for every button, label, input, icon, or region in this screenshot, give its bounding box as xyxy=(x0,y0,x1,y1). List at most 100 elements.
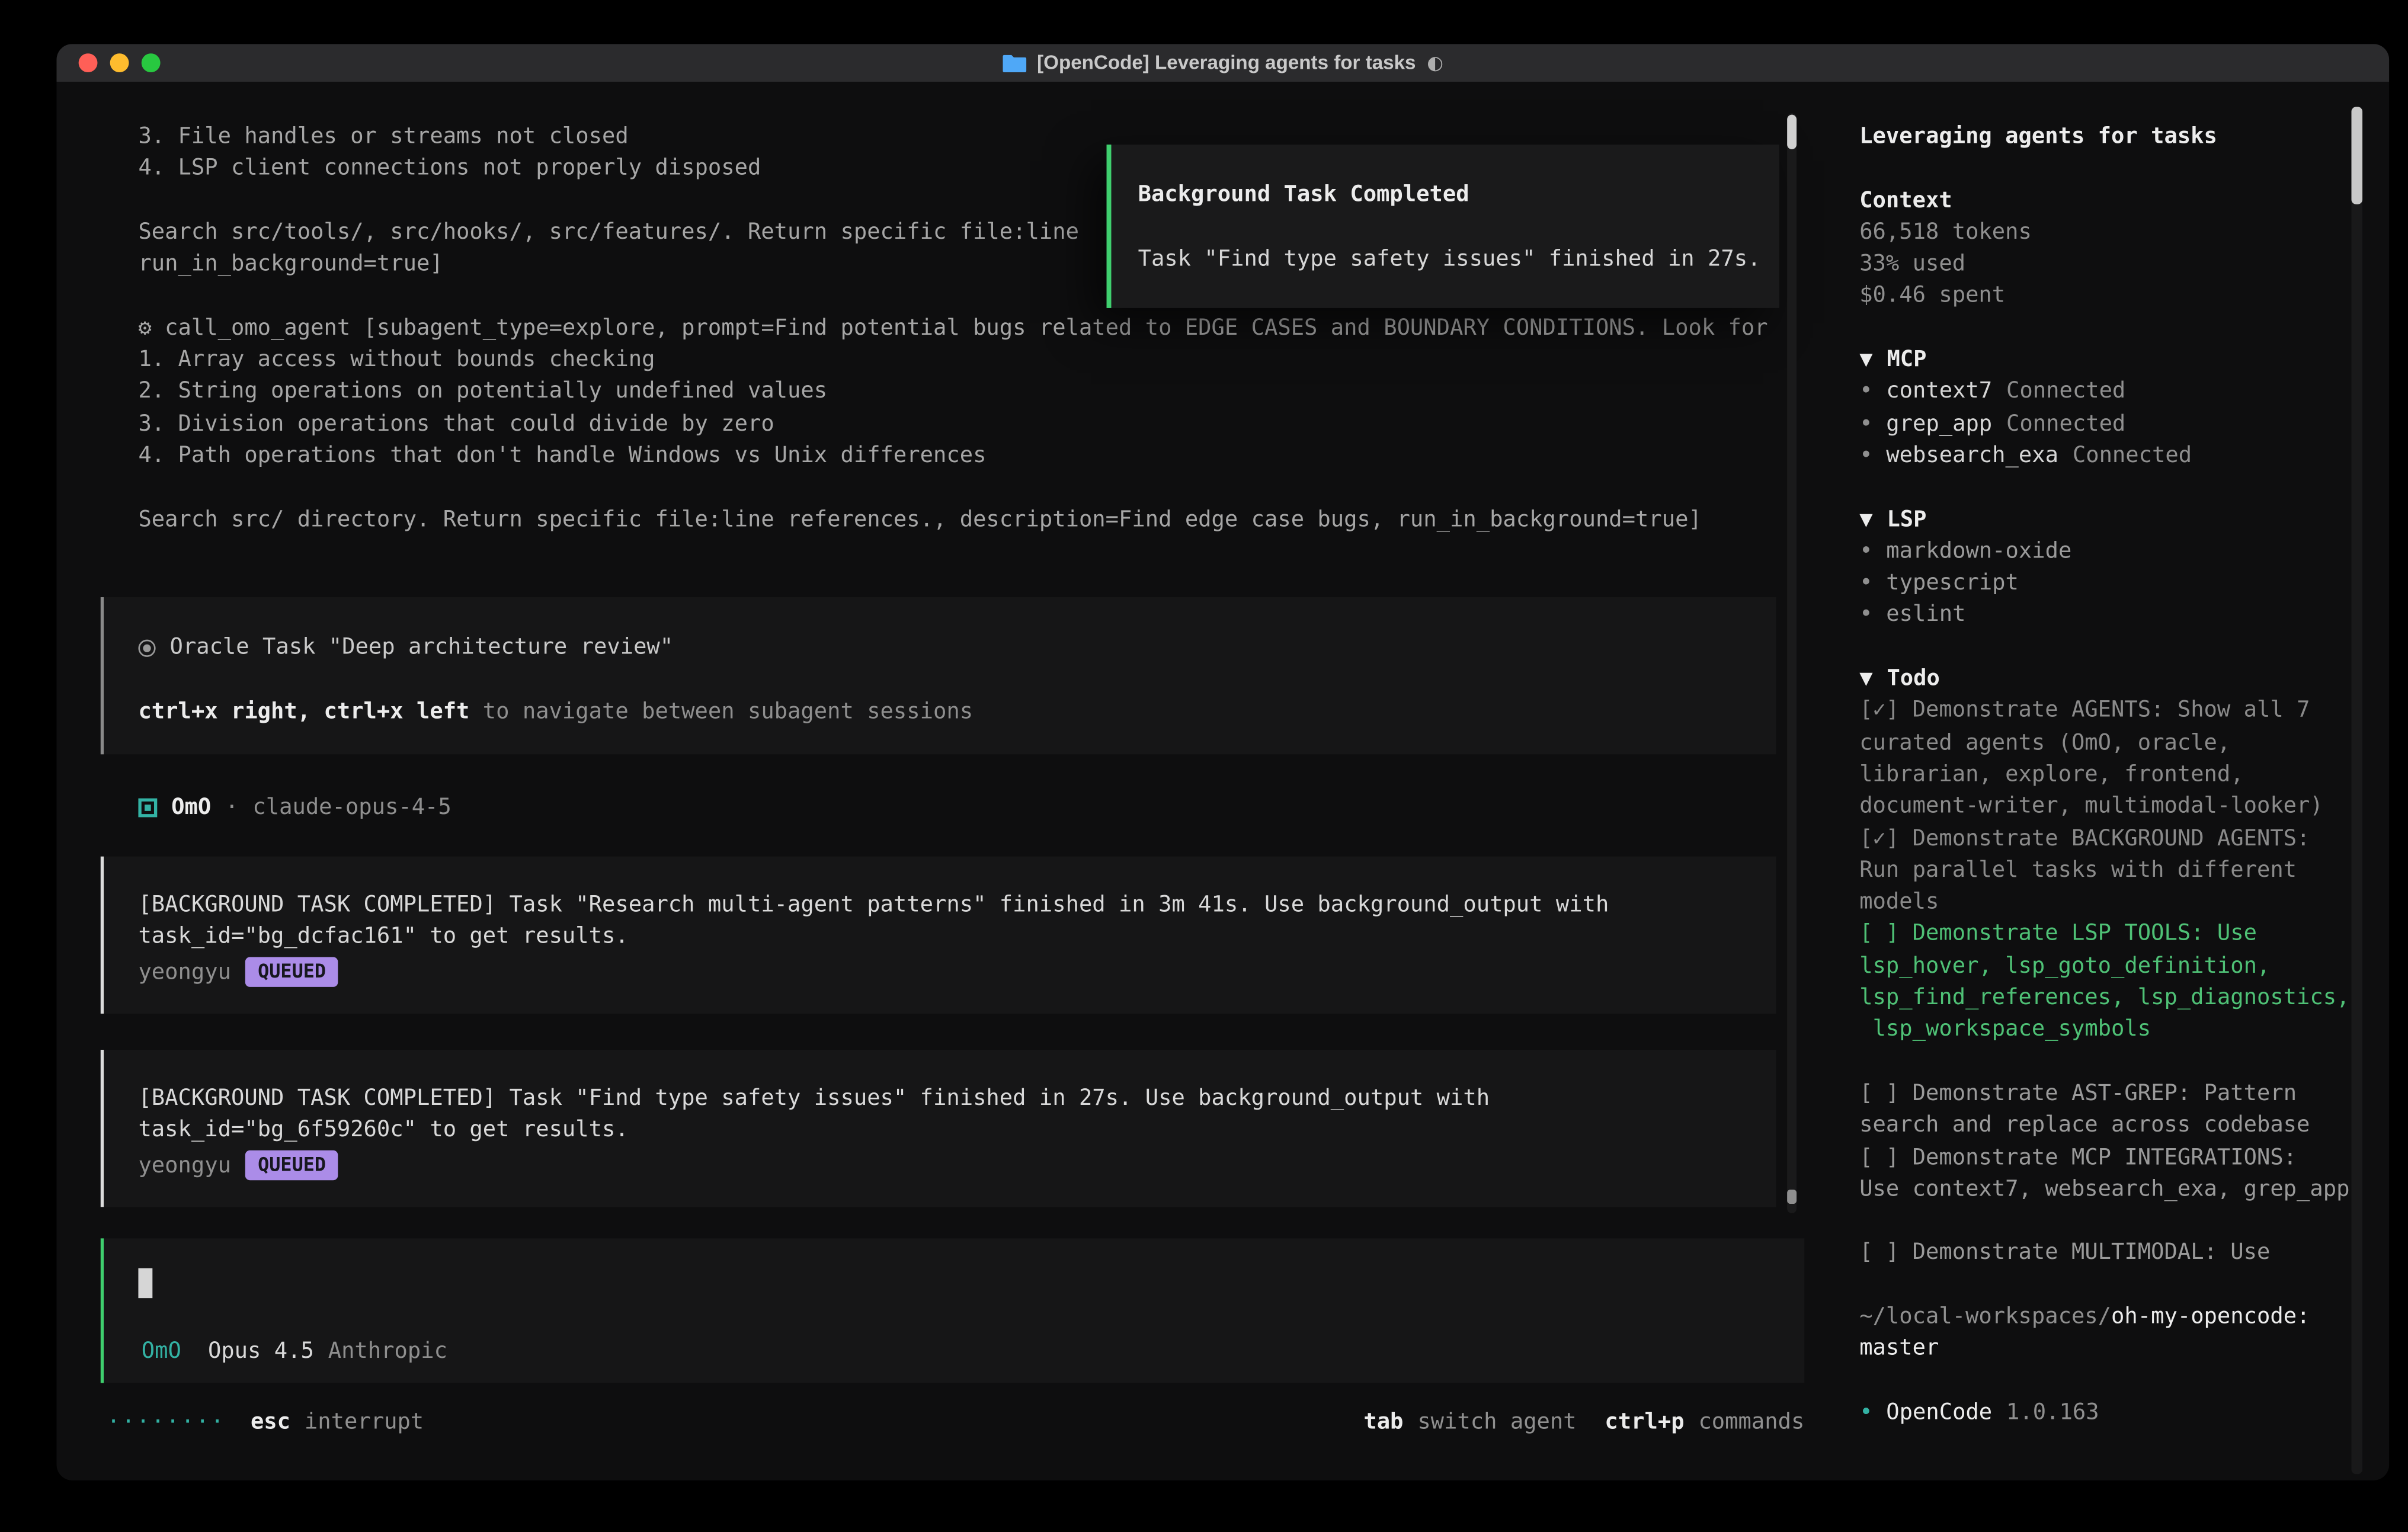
sidebar-scrollbar[interactable] xyxy=(2351,107,2362,1474)
status-badge: QUEUED xyxy=(245,1150,338,1180)
subagent-navigation-hint: ctrl+x right, ctrl+x left to navigate be… xyxy=(138,696,1776,727)
window-title: [OpenCode] Leveraging agents for tasks ◐ xyxy=(1003,47,1443,79)
session-status-icon: ◐ xyxy=(1427,47,1443,79)
window-title-text: [OpenCode] Leveraging agents for tasks xyxy=(1037,47,1416,79)
mcp-heading: MCP xyxy=(1887,347,1926,372)
background-task-notification: Background Task Completed Task "Find typ… xyxy=(1107,145,1779,308)
todo-heading: Todo xyxy=(1887,666,1939,691)
chevron-down-icon: ▼ xyxy=(1859,347,1872,372)
lsp-heading: LSP xyxy=(1887,507,1926,532)
hint-keys: ctrl+x right, ctrl+x left xyxy=(138,698,469,723)
oracle-task-label: Oracle Task "Deep architecture review" xyxy=(169,632,673,664)
todo-item: [✓] Demonstrate AGENTS: Show all 7 curat… xyxy=(1859,695,2359,822)
bullet-icon: • xyxy=(1859,376,1886,408)
session-sidebar[interactable]: Leveraging agents for tasks Context 66,5… xyxy=(1833,82,2389,1480)
oracle-task-title: Oracle Task "Deep architecture review" xyxy=(138,632,1776,664)
checkbox-empty-icon: [ ] xyxy=(1859,1081,1899,1106)
message-card: [BACKGROUND TASK COMPLETED] Task "Resear… xyxy=(101,857,1776,1014)
input-status-bar: OmO Opus 4.5 Anthropic xyxy=(142,1336,447,1368)
tab-key-hint: tab xyxy=(1363,1406,1403,1438)
oracle-task-card: Oracle Task "Deep architecture review" c… xyxy=(101,597,1776,754)
workspace-info: ~/local-workspaces/oh-my-opencode: maste… xyxy=(1859,1301,2359,1365)
todo-item: [ ] Demonstrate MULTIMODAL: Use xyxy=(1859,1238,2359,1270)
chevron-down-icon: ▼ xyxy=(1859,507,1872,532)
agent-icon xyxy=(138,799,157,818)
mcp-item: •grep_appConnected xyxy=(1859,408,2359,440)
chevron-down-icon: ▼ xyxy=(1859,666,1872,691)
mcp-section-header[interactable]: ▼ MCP xyxy=(1859,344,2359,376)
opencode-window: [OpenCode] Leveraging agents for tasks ◐… xyxy=(56,44,2389,1480)
context-tokens: 66,518 tokens xyxy=(1859,217,2359,249)
text-cursor xyxy=(138,1268,152,1298)
checkbox-checked-icon: [✓] xyxy=(1859,698,1899,723)
desktop: [OpenCode] Leveraging agents for tasks ◐… xyxy=(0,0,2408,1532)
context-used: 33% used xyxy=(1859,249,2359,281)
prompt-input[interactable]: OmO Opus 4.5 Anthropic xyxy=(101,1238,1805,1383)
bullet-icon: • xyxy=(1859,568,1886,600)
message-body: [BACKGROUND TASK COMPLETED] Task "Resear… xyxy=(138,889,1776,953)
checkbox-checked-icon: [✓] xyxy=(1859,826,1899,851)
traffic-lights xyxy=(79,44,161,82)
lsp-item: •eslint xyxy=(1859,600,2359,632)
bullet-icon: • xyxy=(1859,440,1886,472)
agent-model: claude-opus-4-5 xyxy=(252,792,451,824)
message-author: yeongyu xyxy=(138,1150,231,1182)
oracle-icon xyxy=(138,639,155,656)
chat-scrollbar[interactable] xyxy=(1787,113,1797,1213)
app-version: •OpenCode 1.0.163 xyxy=(1859,1397,2359,1429)
statusline: ········ esc interrupt tab switch agent … xyxy=(107,1406,1804,1438)
context-spent: $0.46 spent xyxy=(1859,280,2359,312)
titlebar[interactable]: [OpenCode] Leveraging agents for tasks ◐ xyxy=(56,44,2389,82)
mcp-item: •context7Connected xyxy=(1859,376,2359,408)
sidebar-scrollbar-thumb[interactable] xyxy=(2351,107,2362,204)
todo-item: [ ] Demonstrate LSP TOOLS: Use lsp_hover… xyxy=(1859,918,2359,1046)
message-meta: yeongyu QUEUED xyxy=(138,1150,1776,1182)
app-name: OpenCode xyxy=(1886,1400,1992,1425)
todo-item: [ ] Demonstrate MCP INTEGRATIONS: Use co… xyxy=(1859,1142,2359,1206)
tab-key-label: switch agent xyxy=(1417,1406,1576,1438)
lsp-section-header[interactable]: ▼ LSP xyxy=(1859,504,2359,536)
todo-section-header[interactable]: ▼ Todo xyxy=(1859,664,2359,696)
todo-section: ▼ Todo [✓] Demonstrate AGENTS: Show all 7… xyxy=(1859,664,2359,1270)
mcp-status: Connected xyxy=(2006,411,2125,436)
chat-scrollbar-mark[interactable] xyxy=(1787,1190,1797,1204)
version-number: 1.0.163 xyxy=(2006,1400,2099,1425)
status-badge: QUEUED xyxy=(245,957,338,987)
lsp-item: •markdown-oxide xyxy=(1859,536,2359,568)
lsp-section: ▼LSP •markdown-oxide •typescript •eslint xyxy=(1859,504,2359,631)
mcp-status: Connected xyxy=(2006,379,2125,404)
esc-key-label: interrupt xyxy=(305,1406,424,1438)
active-model: Opus 4.5 xyxy=(208,1336,314,1368)
todo-item: [✓] Demonstrate BACKGROUND AGENTS: Run p… xyxy=(1859,823,2359,919)
spinner-dots: ········ xyxy=(107,1406,225,1438)
checkbox-empty-icon: [ ] xyxy=(1859,922,1899,947)
chat-pane[interactable]: 3. File handles or streams not closed 4.… xyxy=(56,82,1833,1480)
chat-scrollbar-thumb[interactable] xyxy=(1787,115,1797,149)
notification-body: Task "Find type safety issues" finished … xyxy=(1138,243,1770,275)
minimize-button[interactable] xyxy=(110,53,129,72)
agent-name: OmO xyxy=(171,792,211,824)
esc-key-hint: esc xyxy=(251,1406,290,1438)
hint-text: to navigate between subagent sessions xyxy=(469,698,973,723)
todo-item: [ ] Demonstrate AST-GREP: Pattern search… xyxy=(1859,1078,2359,1142)
window-body: 3. File handles or streams not closed 4.… xyxy=(56,82,2389,1480)
checkbox-empty-icon: [ ] xyxy=(1859,1241,1899,1265)
context-section: Context 66,518 tokens 33% used $0.46 spe… xyxy=(1859,185,2359,312)
bullet-icon: • xyxy=(1859,600,1886,632)
git-branch: master xyxy=(1859,1333,2359,1365)
message-meta: yeongyu QUEUED xyxy=(138,956,1776,988)
folder-icon xyxy=(1003,53,1026,72)
message-author: yeongyu xyxy=(138,956,231,988)
session-title: Leveraging agents for tasks xyxy=(1859,121,2359,153)
bullet-icon: • xyxy=(1859,1397,1886,1429)
sidebar-content: Leveraging agents for tasks Context 66,5… xyxy=(1859,121,2359,1429)
zoom-button[interactable] xyxy=(142,53,161,72)
context-heading: Context xyxy=(1859,185,2359,217)
mcp-item: •websearch_exaConnected xyxy=(1859,440,2359,472)
close-button[interactable] xyxy=(79,53,98,72)
workspace-path: ~/local-workspaces/oh-my-opencode: xyxy=(1859,1301,2359,1333)
bullet-icon: • xyxy=(1859,408,1886,440)
notification-title: Background Task Completed xyxy=(1138,179,1770,211)
ctrlp-key-hint: ctrl+p xyxy=(1605,1406,1684,1438)
model-provider: Anthropic xyxy=(328,1336,447,1368)
